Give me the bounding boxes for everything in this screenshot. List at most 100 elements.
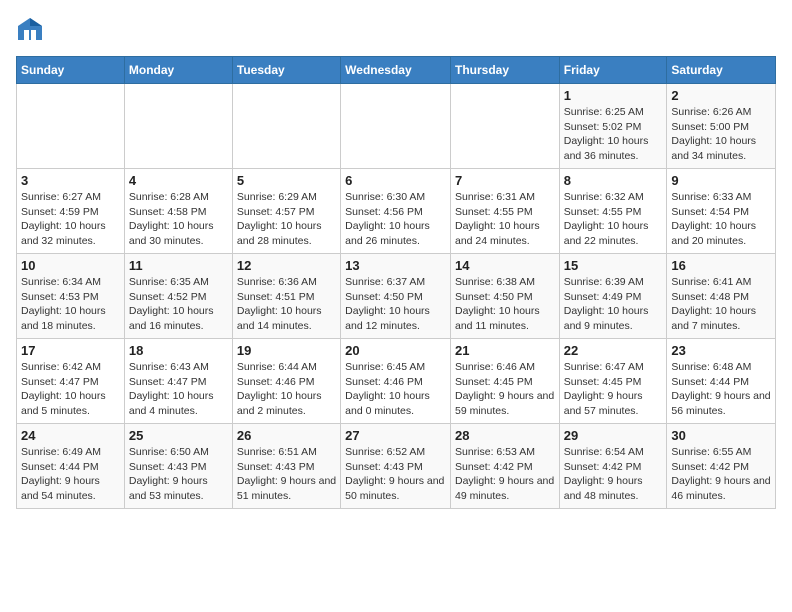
day-info: Sunrise: 6:46 AM Sunset: 4:45 PM Dayligh… xyxy=(455,360,555,419)
day-info: Sunrise: 6:29 AM Sunset: 4:57 PM Dayligh… xyxy=(237,190,336,249)
calendar-cell: 25Sunrise: 6:50 AM Sunset: 4:43 PM Dayli… xyxy=(124,424,232,509)
calendar-cell xyxy=(341,84,451,169)
calendar-table: SundayMondayTuesdayWednesdayThursdayFrid… xyxy=(16,56,776,509)
day-number: 13 xyxy=(345,258,446,273)
calendar-cell: 1 Sunrise: 6:25 AM Sunset: 5:02 PM Daylig… xyxy=(559,84,667,169)
day-number: 15 xyxy=(564,258,663,273)
calendar-cell: 30 Sunrise: 6:55 AM Sunset: 4:42 PM Dayli… xyxy=(667,424,776,509)
day-number: 29 xyxy=(564,428,663,443)
day-info: Sunrise: 6:36 AM Sunset: 4:51 PM Dayligh… xyxy=(237,275,336,334)
calendar-cell: 4 Sunrise: 6:28 AM Sunset: 4:58 PM Daylig… xyxy=(124,169,232,254)
day-number: 11 xyxy=(129,258,228,273)
calendar-cell xyxy=(450,84,559,169)
day-info: Sunrise: 6:30 AM Sunset: 4:56 PM Dayligh… xyxy=(345,190,446,249)
calendar-cell: 23 Sunrise: 6:48 AM Sunset: 4:44 PM Dayli… xyxy=(667,339,776,424)
day-info: Sunrise: 6:52 AM Sunset: 4:43 PM Dayligh… xyxy=(345,445,446,504)
day-number: 23 xyxy=(671,343,771,358)
logo-icon xyxy=(16,16,44,44)
calendar-cell: 3 Sunrise: 6:27 AM Sunset: 4:59 PM Daylig… xyxy=(17,169,125,254)
calendar-cell: 19 Sunrise: 6:44 AM Sunset: 4:46 PM Dayli… xyxy=(232,339,340,424)
day-number: 14 xyxy=(455,258,555,273)
day-info: Sunrise: 6:54 AM Sunset: 4:42 PM Dayligh… xyxy=(564,445,663,504)
day-info: Sunrise: 6:33 AM Sunset: 4:54 PM Dayligh… xyxy=(671,190,771,249)
day-number: 4 xyxy=(129,173,228,188)
calendar-cell: 29 Sunrise: 6:54 AM Sunset: 4:42 PM Dayli… xyxy=(559,424,667,509)
calendar-cell: 18 Sunrise: 6:43 AM Sunset: 4:47 PM Dayli… xyxy=(124,339,232,424)
day-number: 10 xyxy=(21,258,120,273)
calendar-cell: 15 Sunrise: 6:39 AM Sunset: 4:49 PM Dayli… xyxy=(559,254,667,339)
weekday-header: Thursday xyxy=(450,57,559,84)
day-number: 30 xyxy=(671,428,771,443)
day-number: 9 xyxy=(671,173,771,188)
day-number: 2 xyxy=(671,88,771,103)
day-number: 27 xyxy=(345,428,446,443)
day-number: 7 xyxy=(455,173,555,188)
day-info: Sunrise: 6:31 AM Sunset: 4:55 PM Dayligh… xyxy=(455,190,555,249)
calendar-cell: 11 Sunrise: 6:35 AM Sunset: 4:52 PM Dayli… xyxy=(124,254,232,339)
day-info: Sunrise: 6:47 AM Sunset: 4:45 PM Dayligh… xyxy=(564,360,663,419)
weekday-header-row: SundayMondayTuesdayWednesdayThursdayFrid… xyxy=(17,57,776,84)
day-number: 6 xyxy=(345,173,446,188)
day-number: 5 xyxy=(237,173,336,188)
day-number: 8 xyxy=(564,173,663,188)
day-info: Sunrise: 6:34 AM Sunset: 4:53 PM Dayligh… xyxy=(21,275,120,334)
day-info: Sunrise: 6:28 AM Sunset: 4:58 PM Dayligh… xyxy=(129,190,228,249)
weekday-header: Tuesday xyxy=(232,57,340,84)
day-info: Sunrise: 6:38 AM Sunset: 4:50 PM Dayligh… xyxy=(455,275,555,334)
calendar-cell: 17 Sunrise: 6:42 AM Sunset: 4:47 PM Dayli… xyxy=(17,339,125,424)
calendar-week-row: 1 Sunrise: 6:25 AM Sunset: 5:02 PM Daylig… xyxy=(17,84,776,169)
day-number: 16 xyxy=(671,258,771,273)
day-info: Sunrise: 6:35 AM Sunset: 4:52 PM Dayligh… xyxy=(129,275,228,334)
calendar-cell: 16 Sunrise: 6:41 AM Sunset: 4:48 PM Dayli… xyxy=(667,254,776,339)
calendar-cell: 20 Sunrise: 6:45 AM Sunset: 4:46 PM Dayli… xyxy=(341,339,451,424)
calendar-week-row: 24Sunrise: 6:49 AM Sunset: 4:44 PM Dayli… xyxy=(17,424,776,509)
day-info: Sunrise: 6:44 AM Sunset: 4:46 PM Dayligh… xyxy=(237,360,336,419)
calendar-cell: 22Sunrise: 6:47 AM Sunset: 4:45 PM Dayli… xyxy=(559,339,667,424)
calendar-cell xyxy=(232,84,340,169)
page-header xyxy=(16,16,776,44)
logo xyxy=(16,16,48,44)
day-number: 17 xyxy=(21,343,120,358)
calendar-cell: 12 Sunrise: 6:36 AM Sunset: 4:51 PM Dayli… xyxy=(232,254,340,339)
day-number: 1 xyxy=(564,88,663,103)
calendar-cell: 24Sunrise: 6:49 AM Sunset: 4:44 PM Dayli… xyxy=(17,424,125,509)
calendar-cell: 28 Sunrise: 6:53 AM Sunset: 4:42 PM Dayli… xyxy=(450,424,559,509)
weekday-header: Sunday xyxy=(17,57,125,84)
weekday-header: Saturday xyxy=(667,57,776,84)
day-number: 19 xyxy=(237,343,336,358)
calendar-cell xyxy=(124,84,232,169)
day-info: Sunrise: 6:37 AM Sunset: 4:50 PM Dayligh… xyxy=(345,275,446,334)
calendar-cell: 8 Sunrise: 6:32 AM Sunset: 4:55 PM Daylig… xyxy=(559,169,667,254)
day-info: Sunrise: 6:48 AM Sunset: 4:44 PM Dayligh… xyxy=(671,360,771,419)
calendar-week-row: 17 Sunrise: 6:42 AM Sunset: 4:47 PM Dayli… xyxy=(17,339,776,424)
day-info: Sunrise: 6:42 AM Sunset: 4:47 PM Dayligh… xyxy=(21,360,120,419)
calendar-cell: 14 Sunrise: 6:38 AM Sunset: 4:50 PM Dayli… xyxy=(450,254,559,339)
weekday-header: Friday xyxy=(559,57,667,84)
day-info: Sunrise: 6:32 AM Sunset: 4:55 PM Dayligh… xyxy=(564,190,663,249)
calendar-cell: 7 Sunrise: 6:31 AM Sunset: 4:55 PM Daylig… xyxy=(450,169,559,254)
day-number: 25 xyxy=(129,428,228,443)
calendar-week-row: 3 Sunrise: 6:27 AM Sunset: 4:59 PM Daylig… xyxy=(17,169,776,254)
day-info: Sunrise: 6:27 AM Sunset: 4:59 PM Dayligh… xyxy=(21,190,120,249)
day-number: 24 xyxy=(21,428,120,443)
day-info: Sunrise: 6:41 AM Sunset: 4:48 PM Dayligh… xyxy=(671,275,771,334)
weekday-header: Wednesday xyxy=(341,57,451,84)
day-info: Sunrise: 6:25 AM Sunset: 5:02 PM Dayligh… xyxy=(564,105,663,164)
calendar-cell: 10 Sunrise: 6:34 AM Sunset: 4:53 PM Dayli… xyxy=(17,254,125,339)
day-info: Sunrise: 6:43 AM Sunset: 4:47 PM Dayligh… xyxy=(129,360,228,419)
day-number: 3 xyxy=(21,173,120,188)
day-info: Sunrise: 6:55 AM Sunset: 4:42 PM Dayligh… xyxy=(671,445,771,504)
weekday-header: Monday xyxy=(124,57,232,84)
day-info: Sunrise: 6:51 AM Sunset: 4:43 PM Dayligh… xyxy=(237,445,336,504)
day-number: 26 xyxy=(237,428,336,443)
day-info: Sunrise: 6:45 AM Sunset: 4:46 PM Dayligh… xyxy=(345,360,446,419)
day-info: Sunrise: 6:53 AM Sunset: 4:42 PM Dayligh… xyxy=(455,445,555,504)
day-number: 18 xyxy=(129,343,228,358)
calendar-cell xyxy=(17,84,125,169)
day-info: Sunrise: 6:26 AM Sunset: 5:00 PM Dayligh… xyxy=(671,105,771,164)
day-number: 28 xyxy=(455,428,555,443)
day-number: 12 xyxy=(237,258,336,273)
day-number: 20 xyxy=(345,343,446,358)
calendar-cell: 6 Sunrise: 6:30 AM Sunset: 4:56 PM Daylig… xyxy=(341,169,451,254)
day-info: Sunrise: 6:39 AM Sunset: 4:49 PM Dayligh… xyxy=(564,275,663,334)
